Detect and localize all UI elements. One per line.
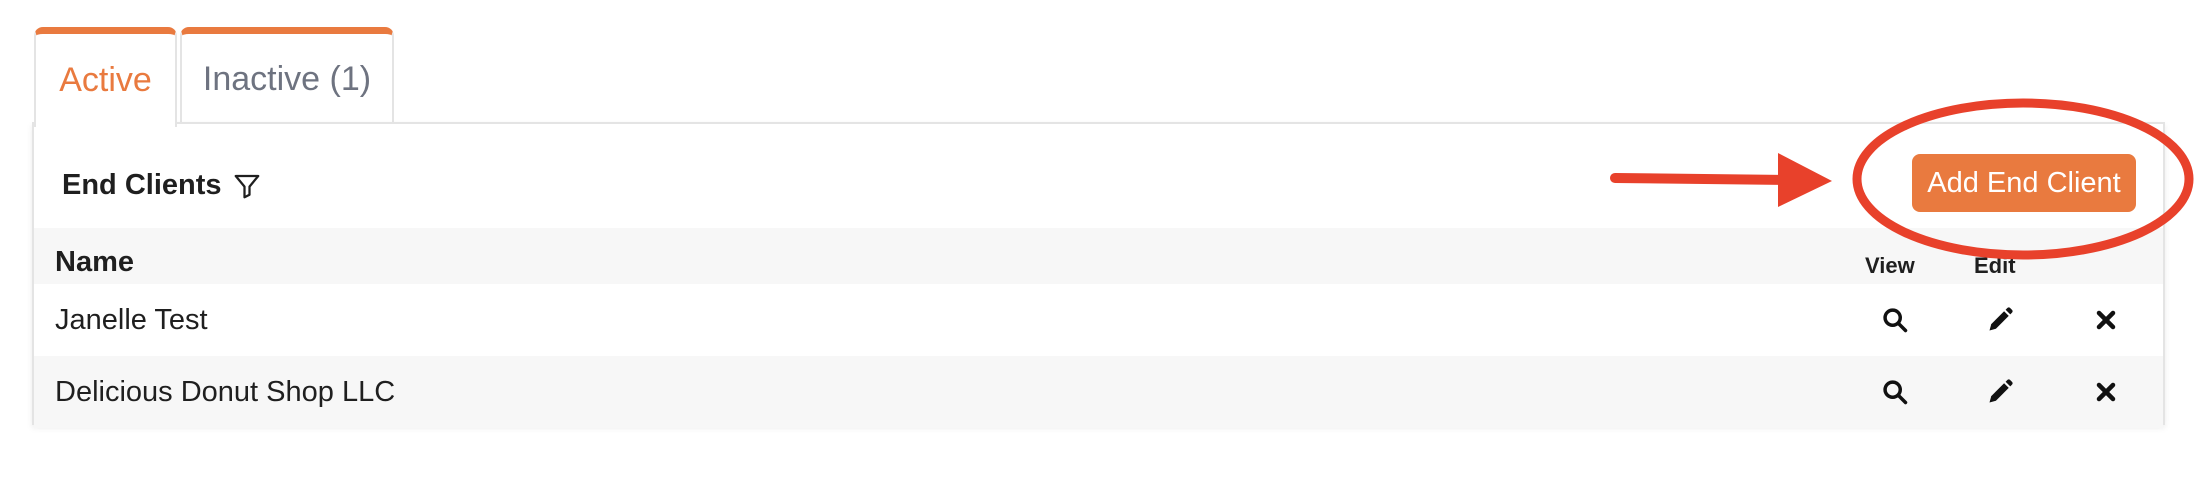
client-name: Delicious Donut Shop LLC (55, 376, 396, 408)
search-icon[interactable] (1877, 374, 1913, 410)
tab-inactive-label: Inactive (1) (202, 60, 372, 98)
panel-title: End Clients (62, 169, 262, 202)
column-header-view: View (1865, 253, 1915, 278)
filter-icon[interactable] (232, 171, 262, 201)
close-icon[interactable] (2088, 302, 2124, 338)
column-header-edit: Edit (1974, 253, 2016, 278)
column-header-name: Name (55, 246, 134, 278)
close-icon[interactable] (2088, 374, 2124, 410)
table-row: Janelle Test (34, 284, 2163, 356)
client-name: Janelle Test (55, 304, 208, 336)
tab-active-label: Active (59, 61, 152, 99)
panel-title-text: End Clients (62, 169, 222, 201)
tab-active[interactable]: Active (34, 27, 177, 127)
tab-inactive[interactable]: Inactive (1) (180, 27, 394, 125)
end-clients-panel: End Clients Add End Client Name View Edi… (32, 122, 2165, 428)
table-row: Delicious Donut Shop LLC (34, 356, 2163, 428)
search-icon[interactable] (1877, 302, 1913, 338)
add-end-client-button[interactable]: Add End Client (1912, 154, 2136, 212)
table-header: Name View Edit (34, 228, 2163, 284)
pencil-icon[interactable] (1982, 302, 2018, 338)
pencil-icon[interactable] (1982, 374, 2018, 410)
